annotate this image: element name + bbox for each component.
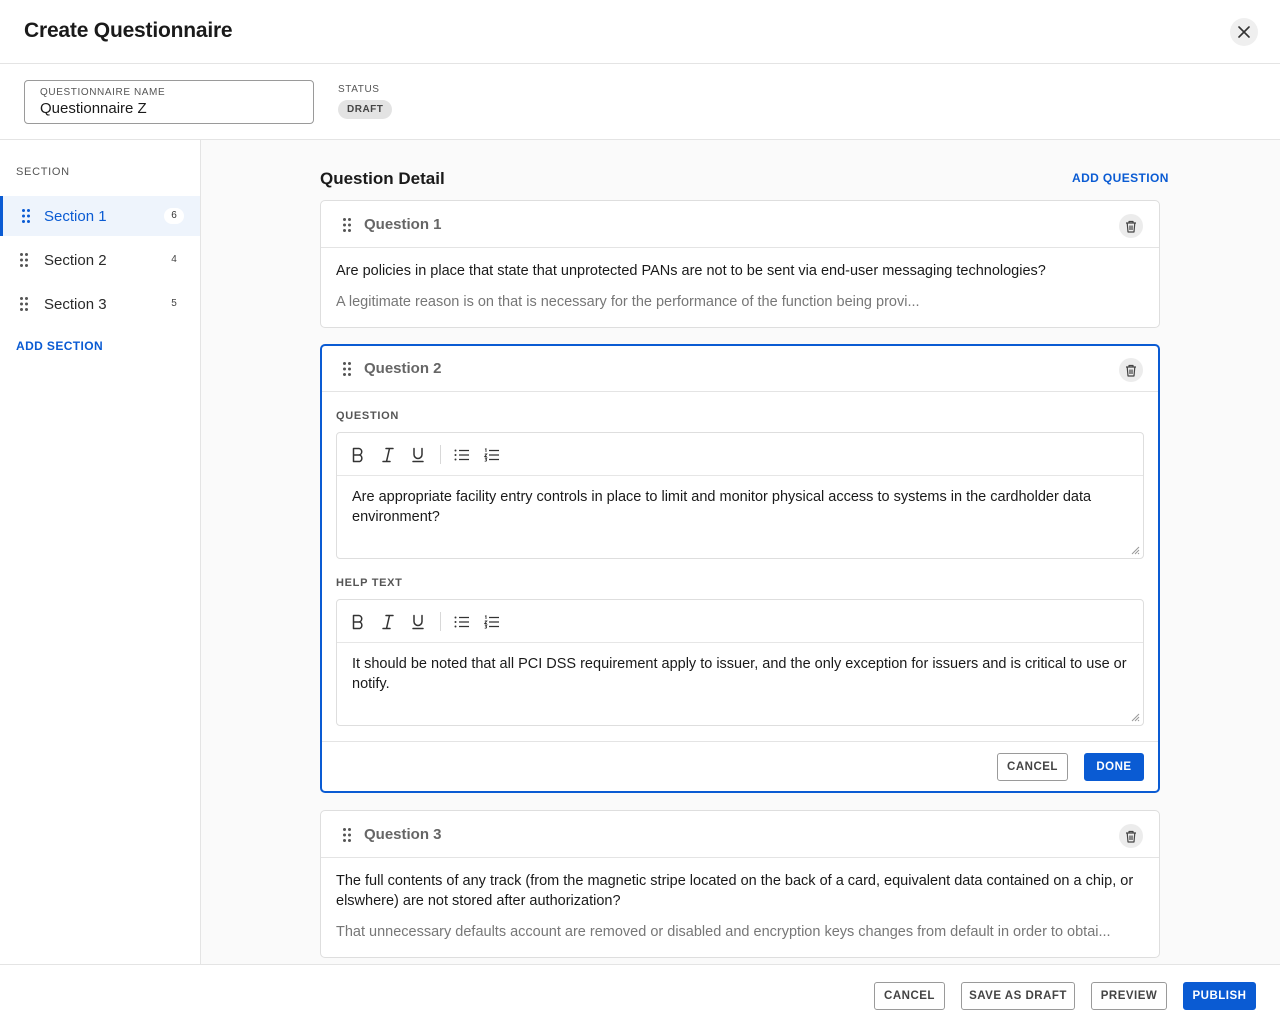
numbered-list-icon	[484, 615, 499, 629]
drag-handle-icon[interactable]	[20, 253, 28, 267]
dialog-header: Create Questionnaire	[0, 0, 1280, 64]
close-icon	[1238, 26, 1250, 38]
status-badge: DRAFT	[338, 100, 393, 119]
questionnaire-name-label: QUESTIONNAIRE NAME	[40, 87, 166, 98]
bold-icon	[352, 447, 363, 463]
cancel-edit-button[interactable]: CANCEL	[997, 753, 1068, 781]
drag-handle-icon[interactable]	[343, 362, 351, 376]
section-list-title: SECTION	[16, 166, 70, 178]
italic-button[interactable]	[378, 445, 398, 465]
question-help-text: That unnecessary defaults account are re…	[336, 924, 1111, 940]
numbered-list-icon	[484, 448, 499, 462]
questionnaire-name-input[interactable]	[40, 100, 298, 117]
help-text-input[interactable]: It should be noted that all PCI DSS requ…	[352, 654, 1132, 694]
status-group: STATUS DRAFT	[338, 84, 393, 119]
editor-toolbar	[337, 433, 1143, 476]
drag-handle-icon[interactable]	[343, 828, 351, 842]
section-sidebar: SECTION Section 1 6 Section 2 4 Section …	[0, 140, 201, 964]
question-card-1[interactable]: Question 1 Are policies in place that st…	[320, 200, 1160, 328]
underline-icon	[412, 447, 424, 463]
drag-handle-icon[interactable]	[343, 218, 351, 232]
sidebar-item-section-1[interactable]: Section 1 6	[0, 196, 200, 236]
underline-button[interactable]	[408, 612, 428, 632]
question-detail-panel: Question Detail ADD QUESTION Question 1 …	[201, 140, 1280, 964]
question-detail-title: Question Detail	[320, 169, 445, 188]
editor-toolbar	[337, 600, 1143, 643]
italic-icon	[382, 447, 394, 463]
status-label: STATUS	[338, 84, 380, 95]
close-button[interactable]	[1230, 18, 1258, 46]
question-card-header: Question 3	[321, 811, 1159, 858]
help-text-field-label: HELP TEXT	[336, 577, 403, 589]
bullet-list-icon	[454, 616, 469, 628]
bullet-list-button[interactable]	[452, 612, 472, 632]
numbered-list-button[interactable]	[482, 445, 502, 465]
cancel-button[interactable]: CANCEL	[874, 982, 945, 1010]
resize-handle-icon[interactable]	[1130, 545, 1140, 555]
underline-button[interactable]	[408, 445, 428, 465]
section-question-count: 6	[164, 208, 184, 224]
italic-button[interactable]	[378, 612, 398, 632]
bullet-list-icon	[454, 449, 469, 461]
section-question-count: 5	[171, 298, 177, 309]
publish-button[interactable]: PUBLISH	[1183, 982, 1256, 1010]
preview-button[interactable]: PREVIEW	[1091, 982, 1167, 1010]
delete-question-button[interactable]	[1119, 824, 1143, 848]
bold-button[interactable]	[348, 612, 368, 632]
question-title: Question 1	[364, 216, 442, 233]
question-field-label: QUESTION	[336, 410, 400, 422]
done-button[interactable]: DONE	[1084, 753, 1144, 781]
drag-handle-icon[interactable]	[20, 297, 28, 311]
bold-icon	[352, 614, 363, 630]
trash-icon	[1126, 220, 1136, 233]
question-card-3[interactable]: Question 3 The full contents of any trac…	[320, 810, 1160, 958]
bold-button[interactable]	[348, 445, 368, 465]
bullet-list-button[interactable]	[452, 445, 472, 465]
sidebar-item-section-3[interactable]: Section 3 5	[0, 284, 200, 324]
trash-icon	[1126, 830, 1136, 843]
sidebar-item-label: Section 2	[44, 251, 107, 269]
question-card-header: Question 2	[322, 346, 1158, 392]
save-as-draft-button[interactable]: SAVE AS DRAFT	[961, 982, 1075, 1010]
trash-icon	[1126, 364, 1136, 377]
question-help-text: A legitimate reason is on that is necess…	[336, 294, 920, 310]
question-edit-actions: CANCEL DONE	[322, 741, 1158, 791]
question-title: Question 3	[364, 826, 442, 843]
help-text-rich-text-editor[interactable]: It should be noted that all PCI DSS requ…	[336, 599, 1144, 726]
question-card-2[interactable]: Question 2 QUESTION Are appropriate faci…	[320, 344, 1160, 793]
question-card-header: Question 1	[321, 201, 1159, 248]
italic-icon	[382, 614, 394, 630]
question-rich-text-editor[interactable]: Are appropriate facility entry controls …	[336, 432, 1144, 559]
delete-question-button[interactable]	[1119, 214, 1143, 238]
question-text-input[interactable]: Are appropriate facility entry controls …	[352, 487, 1132, 527]
drag-handle-icon[interactable]	[22, 209, 30, 223]
dialog-footer: CANCEL SAVE AS DRAFT PREVIEW PUBLISH	[0, 964, 1280, 1024]
toolbar-divider	[440, 612, 441, 631]
underline-icon	[412, 614, 424, 630]
numbered-list-button[interactable]	[482, 612, 502, 632]
sidebar-item-section-2[interactable]: Section 2 4	[0, 240, 200, 280]
question-text: Are policies in place that state that un…	[336, 263, 1046, 279]
sidebar-item-label: Section 1	[44, 207, 107, 225]
resize-handle-icon[interactable]	[1130, 712, 1140, 722]
add-question-button[interactable]: ADD QUESTION	[1072, 171, 1169, 185]
section-question-count: 4	[171, 254, 177, 265]
page-title: Create Questionnaire	[24, 19, 233, 42]
question-text: The full contents of any track (from the…	[336, 873, 1134, 909]
question-title: Question 2	[364, 360, 442, 377]
sidebar-item-label: Section 3	[44, 295, 107, 313]
questionnaire-meta: QUESTIONNAIRE NAME STATUS DRAFT	[0, 64, 1280, 140]
add-section-button[interactable]: ADD SECTION	[16, 339, 103, 353]
delete-question-button[interactable]	[1119, 358, 1143, 382]
toolbar-divider	[440, 445, 441, 464]
questionnaire-name-field[interactable]: QUESTIONNAIRE NAME	[24, 80, 314, 124]
